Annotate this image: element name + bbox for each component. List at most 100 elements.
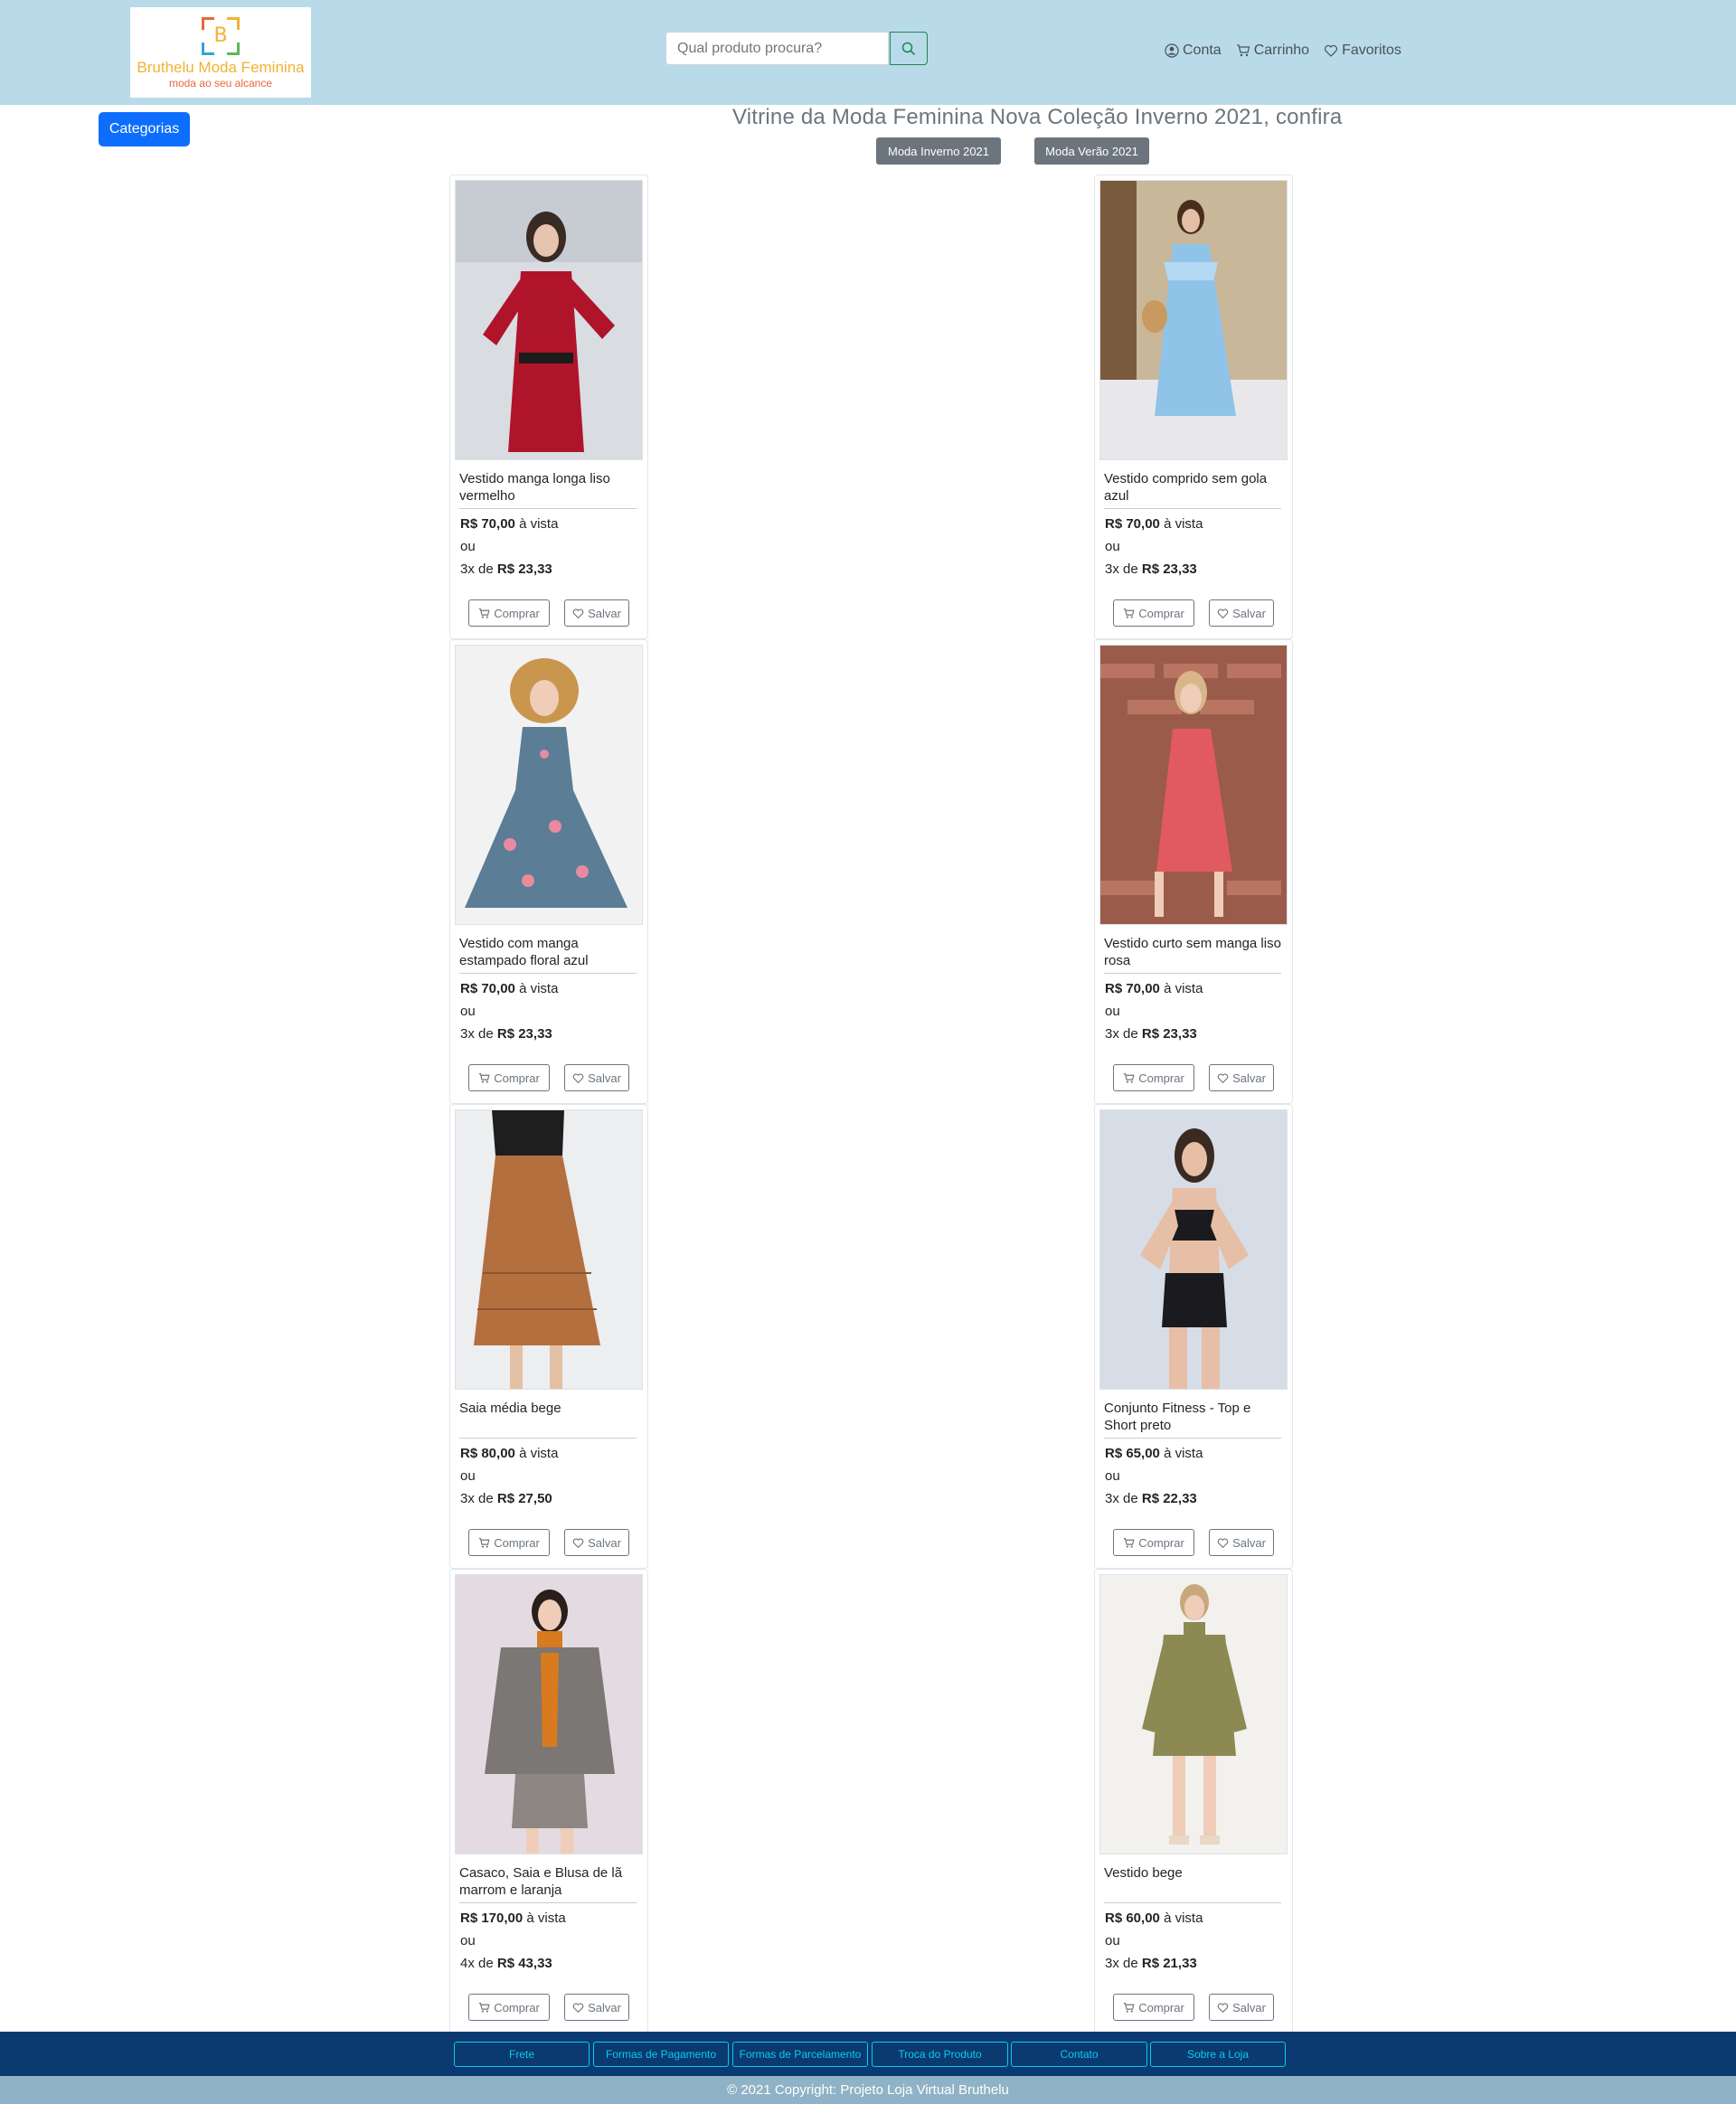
nav-cart[interactable]: Carrinho <box>1236 42 1309 59</box>
save-button[interactable]: Salvar <box>564 599 629 627</box>
product-name[interactable]: Vestido curto sem manga liso rosa <box>1104 935 1285 969</box>
product-or: ou <box>460 1004 476 1019</box>
buy-button[interactable]: Comprar <box>1113 1994 1194 2021</box>
save-button[interactable]: Salvar <box>1209 1529 1274 1556</box>
cart-icon <box>479 1537 490 1548</box>
buy-button[interactable]: Comprar <box>1113 1064 1194 1091</box>
footer-link-contato[interactable]: Contato <box>1011 2042 1147 2067</box>
heart-icon <box>572 1537 584 1548</box>
divider <box>459 973 637 974</box>
cart-icon <box>1236 44 1250 57</box>
save-button[interactable]: Salvar <box>564 1529 629 1556</box>
product-name[interactable]: Saia média bege <box>459 1400 640 1417</box>
nav-favorites-label: Favoritos <box>1342 42 1401 58</box>
cart-icon <box>1124 608 1135 618</box>
season-button-winter[interactable]: Moda Inverno 2021 <box>876 137 1001 165</box>
search-button[interactable] <box>890 32 928 65</box>
product-price: R$ 170,00 à vista <box>460 1911 566 1926</box>
product-image[interactable] <box>1099 1574 1288 1854</box>
save-button[interactable]: Salvar <box>564 1064 629 1091</box>
nav-favorites[interactable]: Favoritos <box>1324 42 1401 59</box>
heart-icon <box>1217 2002 1229 2013</box>
product-installments: 3x de R$ 27,50 <box>460 1491 552 1506</box>
buy-button[interactable]: Comprar <box>468 599 550 627</box>
divider <box>459 508 637 509</box>
nav-account-label: Conta <box>1183 42 1222 58</box>
divider <box>459 1438 637 1439</box>
copyright: © 2021 Copyright: Projeto Loja Virtual B… <box>0 2076 1736 2104</box>
product-card: Casaco, Saia e Blusa de lã marrom e lara… <box>449 1569 648 2033</box>
product-card: Vestido com manga estampado floral azul R… <box>449 639 648 1104</box>
heart-icon <box>572 1072 584 1083</box>
logo-tagline: moda ao seu alcance <box>168 77 273 90</box>
cart-icon <box>479 2002 490 2013</box>
product-card: Vestido bege R$ 60,00 à vista ou 3x de R$ 2… <box>1094 1569 1293 2033</box>
footer-link-troca[interactable]: Troca do Produto <box>872 2042 1008 2067</box>
store-logo[interactable]: B Bruthelu Moda Feminina moda ao seu alc… <box>130 7 311 98</box>
divider <box>1104 1438 1281 1439</box>
search-input[interactable] <box>665 32 889 65</box>
footer-nav-bar <box>0 2032 1736 2076</box>
product-price: R$ 65,00 à vista <box>1105 1446 1203 1461</box>
product-card: Vestido curto sem manga liso rosa R$ 70,0… <box>1094 639 1293 1104</box>
cart-icon <box>479 608 490 618</box>
product-price: R$ 70,00 à vista <box>1105 981 1203 996</box>
product-name[interactable]: Vestido bege <box>1104 1864 1285 1882</box>
product-installments: 3x de R$ 23,33 <box>1105 1026 1197 1042</box>
save-button[interactable]: Salvar <box>1209 599 1274 627</box>
product-price: R$ 70,00 à vista <box>1105 516 1203 532</box>
save-button[interactable]: Salvar <box>1209 1994 1274 2021</box>
product-or: ou <box>1105 1468 1120 1484</box>
product-or: ou <box>460 1468 476 1484</box>
buy-button[interactable]: Comprar <box>468 1064 550 1091</box>
product-installments: 3x de R$ 22,33 <box>1105 1491 1197 1506</box>
header-nav: Conta Carrinho Favoritos <box>1165 42 1401 59</box>
product-name[interactable]: Vestido manga longa liso vermelho <box>459 470 640 505</box>
product-price: R$ 70,00 à vista <box>460 516 559 532</box>
categories-button[interactable]: Categorias <box>99 112 190 146</box>
cart-icon <box>1124 2002 1135 2013</box>
save-button[interactable]: Salvar <box>564 1994 629 2021</box>
heart-icon <box>1325 44 1338 57</box>
product-image[interactable] <box>455 180 643 460</box>
page-title: Vitrine da Moda Feminina Nova Coleção In… <box>732 105 1343 129</box>
heart-icon <box>1217 608 1229 618</box>
product-name[interactable]: Vestido com manga estampado floral azul <box>459 935 640 969</box>
product-installments: 4x de R$ 43,33 <box>460 1956 552 1971</box>
product-installments: 3x de R$ 21,33 <box>1105 1956 1197 1971</box>
cart-icon <box>1124 1072 1135 1083</box>
buy-button[interactable]: Comprar <box>468 1994 550 2021</box>
product-image[interactable] <box>1099 180 1288 460</box>
cart-icon <box>479 1072 490 1083</box>
product-or: ou <box>1105 1004 1120 1019</box>
product-installments: 3x de R$ 23,33 <box>460 561 552 577</box>
buy-button[interactable]: Comprar <box>1113 599 1194 627</box>
heart-icon <box>1217 1072 1229 1083</box>
product-price: R$ 70,00 à vista <box>460 981 559 996</box>
footer-link-pagamento[interactable]: Formas de Pagamento <box>593 2042 729 2067</box>
product-image[interactable] <box>1099 1109 1288 1390</box>
product-image[interactable] <box>1099 645 1288 925</box>
footer-link-frete[interactable]: Frete <box>454 2042 590 2067</box>
footer-link-parcelamento[interactable]: Formas de Parcelamento <box>732 2042 868 2067</box>
product-image[interactable] <box>455 1109 643 1390</box>
product-image[interactable] <box>455 1574 643 1854</box>
product-card: Vestido comprido sem gola azul R$ 70,00 à… <box>1094 175 1293 639</box>
product-name[interactable]: Conjunto Fitness - Top e Short preto <box>1104 1400 1285 1434</box>
heart-icon <box>572 2002 584 2013</box>
save-button[interactable]: Salvar <box>1209 1064 1274 1091</box>
product-installments: 3x de R$ 23,33 <box>460 1026 552 1042</box>
buy-button[interactable]: Comprar <box>1113 1529 1194 1556</box>
footer-link-sobre[interactable]: Sobre a Loja <box>1150 2042 1286 2067</box>
buy-button[interactable]: Comprar <box>468 1529 550 1556</box>
nav-account[interactable]: Conta <box>1165 42 1222 59</box>
product-card: Conjunto Fitness - Top e Short preto R$ 6… <box>1094 1104 1293 1569</box>
product-name[interactable]: Casaco, Saia e Blusa de lã marrom e lara… <box>459 1864 640 1899</box>
heart-icon <box>572 608 584 618</box>
product-name[interactable]: Vestido comprido sem gola azul <box>1104 470 1285 505</box>
product-image[interactable] <box>455 645 643 925</box>
heart-icon <box>1217 1537 1229 1548</box>
search-icon <box>901 42 916 55</box>
season-button-summer[interactable]: Moda Verão 2021 <box>1034 137 1149 165</box>
product-price: R$ 60,00 à vista <box>1105 1911 1203 1926</box>
